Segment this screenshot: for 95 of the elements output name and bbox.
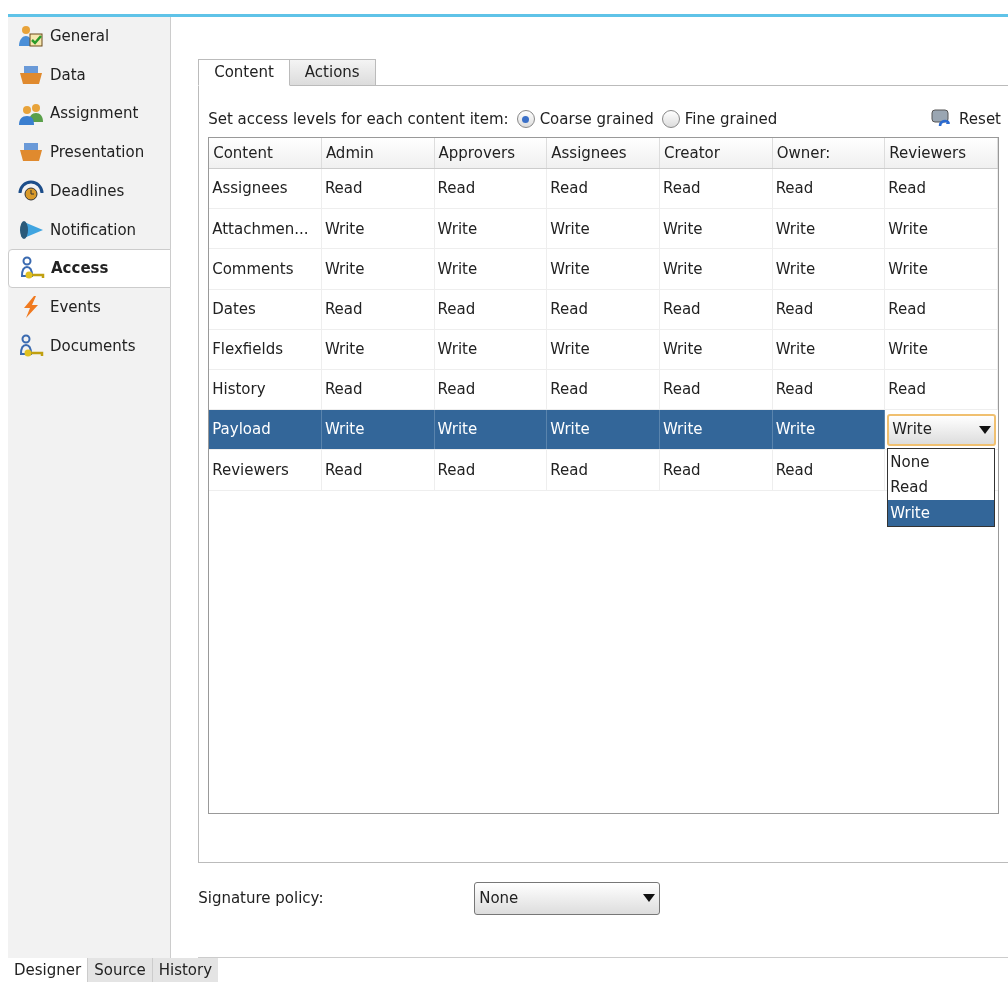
radio-option[interactable]: Fine grained bbox=[661, 107, 778, 131]
table-cell: Payload bbox=[209, 410, 322, 450]
editor-tab[interactable]: Source bbox=[87, 958, 152, 982]
dropdown-option[interactable]: None bbox=[888, 449, 995, 475]
table-cell: Write bbox=[321, 209, 435, 249]
table-cell: Read bbox=[321, 450, 435, 490]
access-dropdown[interactable]: Write bbox=[887, 413, 996, 446]
reset-button[interactable]: Reset bbox=[931, 107, 1001, 131]
table-row[interactable]: Comments Write Write Write Write Write Write bbox=[209, 249, 998, 290]
table-cell: Write bbox=[434, 209, 548, 249]
table-row[interactable]: History Read Read Read Read Read Read bbox=[209, 369, 998, 411]
table-cell: Write bbox=[547, 209, 660, 249]
table-cell: Read bbox=[434, 450, 548, 490]
tab[interactable]: Actions bbox=[289, 59, 376, 86]
table-cell: Read bbox=[547, 369, 660, 410]
table-row[interactable]: Assignees Read Read Read Read Read Read bbox=[209, 169, 998, 210]
column-header[interactable]: Approvers bbox=[434, 138, 548, 168]
caret-icon bbox=[979, 425, 991, 434]
table-cell: Read bbox=[772, 450, 886, 490]
table-cell: Read bbox=[659, 289, 773, 329]
table-cell: Write bbox=[659, 410, 773, 450]
sidebar-item[interactable]: Access bbox=[8, 249, 172, 288]
table-cell: Write bbox=[885, 249, 998, 289]
table-cell: Write bbox=[659, 209, 773, 249]
table-cell: Read bbox=[434, 169, 548, 209]
sidebar-item[interactable]: Assignment bbox=[8, 94, 171, 134]
table-cell: Write bbox=[547, 410, 660, 450]
table-cell: Write bbox=[772, 209, 886, 249]
table-cell: Write bbox=[547, 249, 660, 289]
table-cell: Read bbox=[659, 450, 773, 490]
table-cell: Read bbox=[547, 289, 660, 329]
sidebar-item[interactable]: Notification bbox=[8, 210, 171, 250]
table-cell: Read bbox=[885, 169, 998, 209]
table-cell: Read bbox=[434, 369, 548, 410]
table-cell: Reviewers bbox=[209, 450, 322, 490]
table-cell: Read bbox=[659, 169, 773, 209]
table-cell: Read bbox=[547, 450, 660, 490]
table-cell: Read bbox=[321, 289, 435, 329]
table-cell: Attachmen... bbox=[209, 209, 322, 249]
access-level-label: Set access levels for each content item: bbox=[208, 108, 509, 130]
table-cell: Dates bbox=[209, 289, 322, 329]
sidebar-item[interactable]: General bbox=[8, 17, 171, 56]
column-header[interactable]: Admin bbox=[321, 138, 435, 168]
column-header[interactable]: Content bbox=[209, 138, 322, 168]
column-header[interactable]: Owner: bbox=[772, 138, 886, 168]
table-cell: Read bbox=[885, 369, 998, 410]
table-cell: Read bbox=[885, 289, 998, 329]
table-cell: History bbox=[209, 369, 322, 410]
table-cell: Comments bbox=[209, 249, 322, 289]
caret-icon bbox=[643, 894, 656, 902]
signature-policy-dropdown[interactable]: None bbox=[474, 881, 661, 915]
table-cell: Write bbox=[659, 329, 773, 369]
user-key-icon bbox=[18, 333, 44, 358]
table-cell: Write bbox=[659, 249, 773, 289]
table-cell: Assignees bbox=[209, 169, 322, 209]
sidebar-item[interactable]: Events bbox=[8, 287, 171, 327]
table-cell: Write bbox=[434, 249, 548, 289]
table-cell: Read bbox=[434, 289, 548, 329]
sidebar-item[interactable]: Documents bbox=[8, 326, 171, 366]
user-key-icon bbox=[19, 256, 45, 281]
table-cell: Read bbox=[659, 369, 773, 410]
table-row[interactable]: Attachmen... Write Write Write Write Write Write bbox=[209, 209, 998, 250]
table-cell: Write bbox=[434, 410, 548, 450]
radio-option[interactable]: Coarse grained bbox=[516, 107, 654, 131]
table-cell: Read bbox=[321, 369, 435, 410]
table-cell: Write bbox=[547, 329, 660, 369]
sidebar-item[interactable]: Deadlines bbox=[8, 171, 171, 211]
table-cell: Read bbox=[772, 289, 886, 329]
user-checklist-icon bbox=[18, 24, 44, 49]
table-cell: Read bbox=[772, 169, 886, 209]
table-cell: Read bbox=[547, 169, 660, 209]
table-cell: Write bbox=[434, 329, 548, 369]
people-icon bbox=[18, 101, 44, 126]
table-row[interactable]: Flexfields Write Write Write Write Write Write bbox=[209, 329, 998, 370]
tab[interactable]: Content bbox=[198, 59, 290, 86]
table-cell: Write bbox=[321, 410, 435, 450]
table-cell: Write bbox=[885, 329, 998, 369]
table-cell: Write bbox=[321, 249, 435, 289]
table-cell: Write bbox=[772, 329, 886, 369]
sidebar-item[interactable]: Data bbox=[8, 55, 171, 95]
table-row[interactable]: Dates Read Read Read Read Read Read bbox=[209, 289, 998, 330]
dropdown-option[interactable]: Write bbox=[888, 500, 995, 526]
column-header[interactable]: Reviewers bbox=[885, 138, 998, 168]
table-cell: Flexfields bbox=[209, 329, 322, 369]
table-cell: Write bbox=[885, 209, 998, 249]
signature-policy-label: Signature policy: bbox=[198, 887, 325, 909]
column-header[interactable]: Assignees bbox=[547, 138, 660, 168]
table-cell: Write bbox=[772, 249, 886, 289]
table-cell: Write bbox=[321, 329, 435, 369]
table-cell: Read bbox=[772, 369, 886, 410]
sidebar-item[interactable]: Presentation bbox=[8, 133, 171, 172]
table-cell: Read bbox=[321, 169, 435, 209]
editor-tab[interactable]: History bbox=[151, 958, 219, 982]
clock-icon bbox=[18, 179, 44, 204]
column-header[interactable]: Creator bbox=[659, 138, 773, 168]
